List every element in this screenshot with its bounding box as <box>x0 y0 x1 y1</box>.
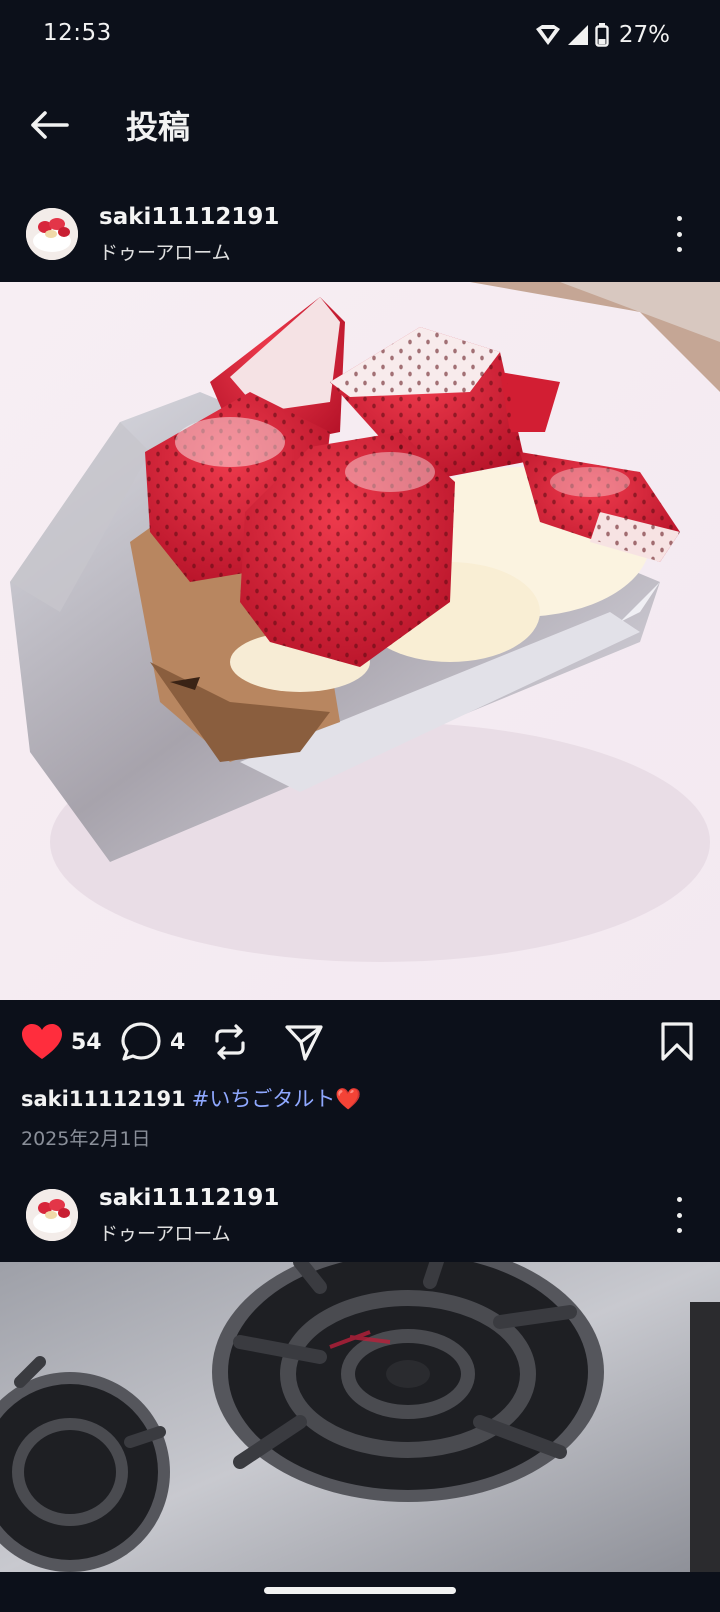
post-caption: saki11112191 #いちごタルト❤️ <box>21 1083 362 1113</box>
comment-icon <box>121 1022 161 1061</box>
signal-icon <box>567 25 588 45</box>
status-bar: 12:53 27% <box>0 0 720 72</box>
status-icons: 27% <box>535 22 670 48</box>
caption-heart-emoji: ❤️ <box>335 1087 362 1111</box>
back-button[interactable] <box>26 102 72 148</box>
more-dot-icon <box>676 1228 682 1233</box>
avatar[interactable] <box>26 1189 78 1241</box>
post-location[interactable]: ドゥーアローム <box>99 238 231 265</box>
gesture-nav-handle[interactable] <box>264 1587 456 1594</box>
avatar[interactable] <box>26 208 78 260</box>
post-date: 2025年2月1日 <box>21 1128 151 1150</box>
post-actions: 54 4 <box>0 1018 720 1066</box>
comment-button[interactable]: 4 <box>120 1018 185 1066</box>
status-time: 12:53 <box>43 20 112 46</box>
battery-level: 27% <box>618 22 670 48</box>
post-header: saki11112191 ドゥーアローム <box>0 1181 720 1257</box>
post-image[interactable] <box>0 1262 720 1572</box>
post-image[interactable] <box>0 282 720 1000</box>
like-count: 54 <box>71 1029 102 1055</box>
like-button[interactable]: 54 <box>21 1018 102 1066</box>
battery-icon <box>595 23 609 47</box>
post-username[interactable]: saki11112191 <box>99 204 279 230</box>
more-options-button[interactable] <box>668 1197 690 1233</box>
share-button[interactable] <box>284 1018 324 1066</box>
post-username[interactable]: saki11112191 <box>99 1185 279 1211</box>
post-location[interactable]: ドゥーアローム <box>99 1219 231 1246</box>
caption-username[interactable]: saki11112191 <box>21 1087 186 1111</box>
bookmark-icon <box>661 1022 693 1061</box>
more-options-button[interactable] <box>668 216 690 252</box>
repost-button[interactable] <box>210 1018 250 1066</box>
more-dot-icon <box>676 247 682 252</box>
app-header: 投稿 <box>0 82 720 166</box>
comment-count: 4 <box>170 1029 186 1055</box>
more-dot-icon <box>676 216 682 221</box>
more-dot-icon <box>676 231 682 237</box>
page-title: 投稿 <box>126 108 191 146</box>
caption-hashtag[interactable]: #いちごタルト <box>192 1087 336 1111</box>
send-icon <box>285 1025 323 1061</box>
arrow-left-icon <box>31 111 69 139</box>
post-header: saki11112191 ドゥーアローム <box>0 200 720 276</box>
heart-icon <box>22 1024 62 1059</box>
more-dot-icon <box>676 1212 682 1218</box>
more-dot-icon <box>676 1197 682 1202</box>
save-button[interactable] <box>660 1018 694 1066</box>
wifi-icon <box>535 25 560 45</box>
repost-icon <box>215 1024 245 1060</box>
